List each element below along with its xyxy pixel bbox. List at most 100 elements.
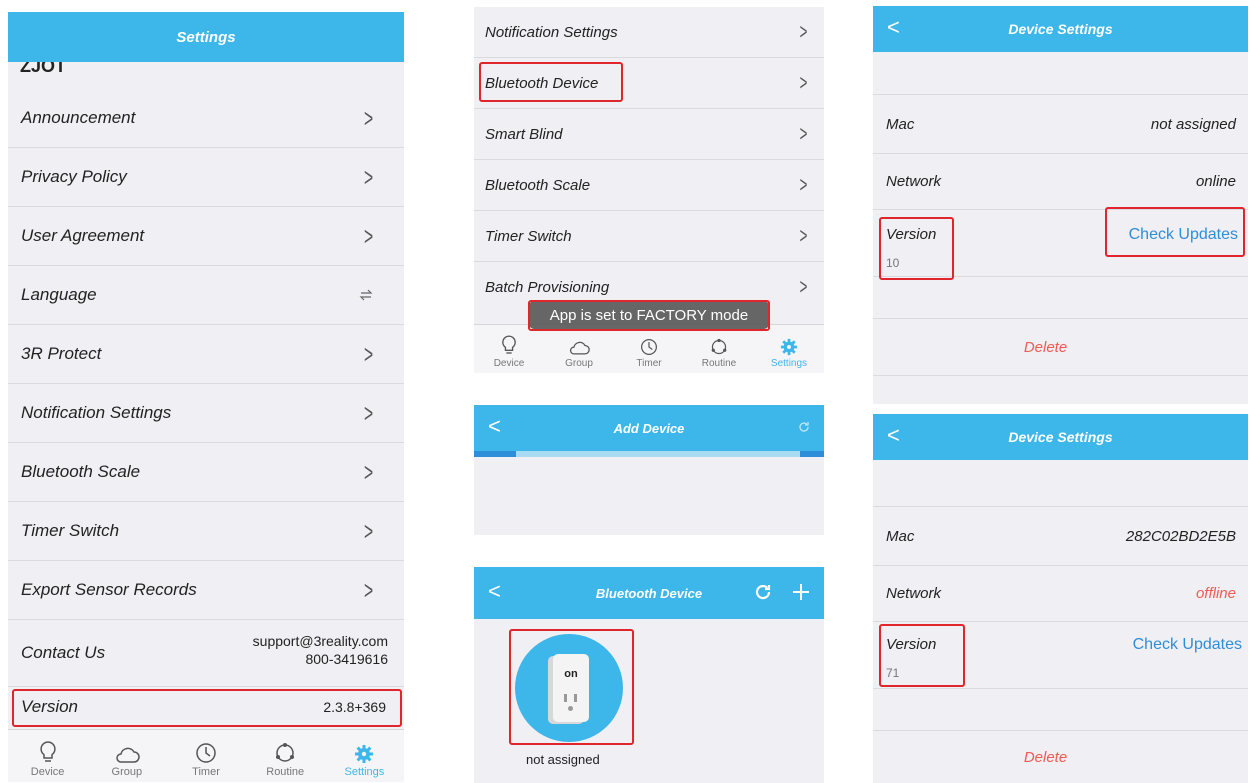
settings-header: Settings xyxy=(8,12,404,62)
network-value: online xyxy=(1195,172,1236,190)
tab-timer[interactable]: Timer xyxy=(166,730,245,782)
highlight-box xyxy=(509,629,634,745)
back-arrow-icon[interactable]: < xyxy=(488,579,501,605)
tab-group[interactable]: Group xyxy=(87,730,166,782)
device-settings-header: < Device Settings xyxy=(873,6,1248,52)
settings-item-label: Export Sensor Records xyxy=(21,580,197,599)
tab-settings[interactable]: Settings xyxy=(754,325,824,373)
routine-icon xyxy=(711,338,727,355)
contact-phone[interactable]: 800-3419616 xyxy=(253,650,388,668)
highlight-box xyxy=(479,62,623,102)
delete-button[interactable]: Delete xyxy=(1024,749,1067,766)
mac-label: Mac xyxy=(886,527,915,545)
header-title: Add Device xyxy=(613,420,685,436)
network-label: Network xyxy=(886,584,942,602)
tab-bar: Device Group Timer Routine Settings xyxy=(8,729,404,782)
back-arrow-icon[interactable]: < xyxy=(887,423,900,449)
tab-device[interactable]: Device xyxy=(8,730,87,782)
cloud-icon xyxy=(569,341,590,355)
progress-segment-right xyxy=(800,451,824,457)
settings-list-screen: Notification Settings > Bluetooth Device >… xyxy=(474,7,824,373)
tab-routine[interactable]: Routine xyxy=(684,325,754,373)
routine-icon xyxy=(276,743,295,762)
settings-item-export-sensor-records[interactable]: Export Sensor Records > xyxy=(8,561,404,620)
tab-timer[interactable]: Timer xyxy=(614,325,684,373)
settings-item-label: 3R Protect xyxy=(21,344,102,363)
add-device-screen: < Add Device xyxy=(474,405,824,535)
delete-button[interactable]: Delete xyxy=(1024,339,1067,356)
settings-item-user-agreement[interactable]: User Agreement > xyxy=(8,207,404,266)
bluetooth-device-screen: < Bluetooth Device on not assigned xyxy=(474,567,824,783)
network-row: Network online xyxy=(873,153,1248,210)
settings-item-announcement[interactable]: Announcement > xyxy=(8,89,404,148)
bulb-icon xyxy=(502,335,516,354)
settings-item-label: User Agreement xyxy=(21,226,145,245)
settings-item-notification-settings[interactable]: Notification Settings > xyxy=(474,7,824,58)
tab-routine[interactable]: Routine xyxy=(246,730,325,782)
settings-item-contact-us[interactable]: Contact Us support@3reality.com 800-3419… xyxy=(8,620,404,687)
swap-arrows-icon xyxy=(359,289,373,301)
tab-settings[interactable]: Settings xyxy=(325,730,404,782)
highlight-box xyxy=(879,624,965,687)
settings-item-timer-switch[interactable]: Timer Switch > xyxy=(474,211,824,262)
highlight-box xyxy=(879,217,954,280)
contact-label: Contact Us xyxy=(21,643,106,662)
bluetooth-device-header: < Bluetooth Device xyxy=(474,567,824,619)
header-title: Bluetooth Device xyxy=(595,585,703,601)
tab-device[interactable]: Device xyxy=(474,325,544,373)
add-device-header: < Add Device xyxy=(474,405,824,451)
bulb-icon xyxy=(39,741,56,762)
contact-details: support@3reality.com 800-3419616 xyxy=(253,632,388,668)
device-status: not assigned xyxy=(526,752,600,767)
device-settings-screen-online: < Device Settings Mac not assigned Netwo… xyxy=(873,6,1248,404)
highlight-box xyxy=(1105,207,1245,257)
settings-item-3r-protect[interactable]: 3R Protect > xyxy=(8,325,404,384)
chevron-right-icon: > xyxy=(363,161,373,192)
network-value: offline xyxy=(1195,584,1236,602)
settings-item-label: Language xyxy=(21,285,97,304)
progress-track xyxy=(474,451,824,457)
back-arrow-icon[interactable]: < xyxy=(488,414,501,440)
settings-item-language[interactable]: Language xyxy=(8,266,404,325)
tab-group[interactable]: Group xyxy=(544,325,614,373)
network-row: Network offline xyxy=(873,565,1248,622)
back-arrow-icon[interactable]: < xyxy=(887,15,900,41)
chevron-right-icon: > xyxy=(363,397,373,428)
delete-row[interactable]: Delete xyxy=(873,318,1248,376)
plus-icon[interactable] xyxy=(792,583,810,601)
chevron-right-icon: > xyxy=(799,19,808,44)
network-label: Network xyxy=(886,172,942,190)
chevron-right-icon: > xyxy=(363,102,373,133)
header-title: Settings xyxy=(176,28,236,46)
gear-icon xyxy=(355,745,374,763)
settings-item-label: Timer Switch xyxy=(21,521,120,540)
mac-value: not assigned xyxy=(1150,115,1236,133)
settings-item-timer-switch[interactable]: Timer Switch > xyxy=(8,502,404,561)
chevron-right-icon: > xyxy=(799,70,808,95)
header-title: Device Settings xyxy=(1008,21,1113,37)
settings-item-smart-blind[interactable]: Smart Blind > xyxy=(474,109,824,160)
settings-item-privacy-policy[interactable]: Privacy Policy > xyxy=(8,148,404,207)
device-settings-header: < Device Settings xyxy=(873,414,1248,460)
refresh-icon[interactable] xyxy=(754,583,772,601)
settings-item-notification-settings[interactable]: Notification Settings > xyxy=(8,384,404,443)
delete-row[interactable]: Delete xyxy=(873,730,1248,783)
chevron-right-icon: > xyxy=(799,223,808,248)
settings-item-label: Announcement xyxy=(21,108,136,127)
header-title: Device Settings xyxy=(1008,429,1113,445)
settings-item-label: Notification Settings xyxy=(21,403,172,422)
chevron-right-icon: > xyxy=(363,574,373,605)
settings-item-label: Timer Switch xyxy=(485,227,572,245)
settings-item-label: Smart Blind xyxy=(485,125,563,143)
settings-item-bluetooth-scale[interactable]: Bluetooth Scale > xyxy=(8,443,404,502)
chevron-right-icon: > xyxy=(799,121,808,146)
check-updates-button[interactable]: Check Updates xyxy=(1133,636,1242,654)
settings-item-bluetooth-scale[interactable]: Bluetooth Scale > xyxy=(474,160,824,211)
settings-item-label: Privacy Policy xyxy=(21,167,127,186)
refresh-icon[interactable] xyxy=(798,421,810,433)
highlight-box xyxy=(12,689,402,727)
chevron-right-icon: > xyxy=(363,220,373,251)
tab-bar: Device Group Timer Routine Settings xyxy=(474,324,824,373)
chevron-right-icon: > xyxy=(799,172,808,197)
contact-email[interactable]: support@3reality.com xyxy=(253,632,388,650)
